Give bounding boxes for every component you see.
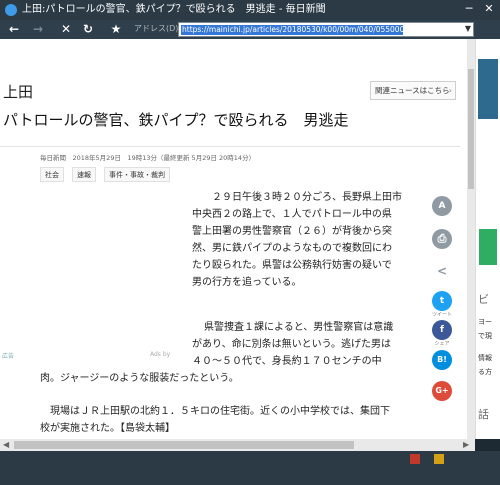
stop-icon[interactable]: ✕: [58, 22, 74, 37]
favorite-star-icon[interactable]: ★: [108, 22, 124, 37]
related-news-button[interactable]: 関連ニュースはこちら ›: [370, 81, 456, 100]
refresh-icon[interactable]: ↻: [80, 22, 96, 37]
address-label: アドレス(D): [134, 24, 179, 33]
side-text-3: で現: [478, 332, 492, 340]
close-window-button[interactable]: ✕: [482, 2, 496, 16]
horizontal-scrollbar[interactable]: ◀ ▶: [0, 439, 475, 451]
side-text-1: ビ: [478, 293, 489, 306]
article-paragraph-2: 県警捜査１課によると、男性警察官は意識 があり、命に別条は無いという。逃げた男は…: [192, 319, 393, 370]
chevron-right-icon: ›: [448, 86, 452, 95]
page-content: 上田 関連ニュースはこちら › パトロールの警官、鉄パイプ？で殴られる 男逃走 …: [0, 39, 467, 439]
side-banner-green: [479, 229, 497, 265]
scroll-left-icon[interactable]: ◀: [3, 439, 9, 451]
ad-by-label: Ads by: [150, 351, 171, 358]
title-bar: 上田:パトロールの警官、鉄パイプ？で殴られる 男逃走 - 毎日新聞 ─ ✕: [0, 0, 500, 20]
side-text-2: ヨー: [478, 318, 492, 326]
facebook-icon[interactable]: f: [432, 320, 452, 340]
status-security-icon[interactable]: [410, 454, 420, 464]
address-bar[interactable]: https://mainichi.jp/articles/20180530/k0…: [178, 22, 474, 37]
scroll-right-icon[interactable]: ▶: [463, 439, 469, 451]
navigation-toolbar: ← → ✕ ↻ ★ アドレス(D) https://mainichi.jp/ar…: [0, 20, 500, 39]
minimize-button[interactable]: ─: [462, 2, 476, 16]
tag-shakai[interactable]: 社会: [40, 167, 64, 182]
tag-sokuho[interactable]: 速報: [72, 167, 96, 182]
font-size-icon[interactable]: A: [432, 196, 452, 216]
status-popup-icon[interactable]: [434, 454, 444, 464]
print-icon[interactable]: ⎙: [432, 229, 452, 249]
tag-jiken[interactable]: 事件・事故・裁判: [104, 167, 170, 182]
right-side-panel: ビ ヨー で現 情報 る方 話: [475, 39, 500, 439]
paragraph-line: 警上田署の男性警察官（２６）が背後から突: [192, 226, 392, 237]
vertical-scrollbar-thumb[interactable]: [468, 69, 474, 189]
article-paragraph-3: 現場はＪＲ上田駅の北約１．５キロの住宅街。近くの小中学校では、集団下 校が実施さ…: [40, 403, 390, 437]
paragraph-line: があり、命に別条は無いという。逃げた男は: [192, 339, 391, 350]
ad-label: 広告: [2, 353, 15, 360]
window-title: 上田:パトロールの警官、鉄パイプ？で殴られる 男逃走 - 毎日新聞: [22, 4, 326, 15]
paragraph-line: 県警捜査１課によると、男性警察官は意識: [204, 322, 394, 333]
paragraph-line: 現場はＪＲ上田駅の北約１．５キロの住宅街。近くの小中学校では、集団下: [50, 406, 390, 417]
horizontal-scrollbar-thumb[interactable]: [14, 441, 354, 449]
share-icon[interactable]: <: [432, 261, 452, 281]
address-url[interactable]: https://mainichi.jp/articles/20180530/k0…: [181, 25, 403, 35]
paragraph-line: 然、男に鉄パイプのようなもので複数回にわ: [192, 243, 392, 254]
article-paragraph-1: ２９日午後３時２０分ごろ、長野県上田市 中央西２の路上で、１人でパトロール中の県…: [192, 189, 402, 291]
vertical-scrollbar[interactable]: [467, 39, 475, 439]
twitter-caption: ツイート: [431, 312, 452, 318]
google-plus-icon[interactable]: G+: [432, 381, 452, 401]
paragraph-line: ２９日午後３時２０分ごろ、長野県上田市: [212, 192, 402, 203]
side-text-5: る方: [478, 368, 492, 376]
browser-app-icon: [5, 4, 17, 16]
header-divider: [0, 146, 460, 147]
address-dropdown-icon[interactable]: ▼: [465, 24, 471, 33]
paragraph-line: 男の行方を追っている。: [192, 277, 302, 288]
hatena-bookmark-icon[interactable]: B!: [432, 350, 452, 370]
facebook-caption: シェア: [434, 341, 450, 347]
side-text-6: 話: [478, 408, 489, 421]
article-headline: パトロールの警官、鉄パイプ？で殴られる 男逃走: [3, 111, 349, 129]
paragraph-line: 校が実施された。【島袋太輔】: [40, 423, 175, 434]
ad-strip: 広告 Ads by: [0, 351, 190, 363]
twitter-icon[interactable]: t: [432, 291, 452, 311]
paragraph-line: 中央西２の路上で、１人でパトロール中の県: [192, 209, 392, 220]
back-icon[interactable]: ←: [6, 22, 22, 37]
forward-icon[interactable]: →: [30, 22, 46, 37]
prefecture-label: 上田: [3, 83, 34, 101]
side-text-4: 情報: [478, 354, 492, 362]
status-bar: [0, 451, 500, 485]
paragraph-line: ４０～５０代で、身長約１７０センチの中: [192, 356, 382, 367]
paragraph-line: たり殴られた。県警は公務執行妨害の疑いで: [192, 260, 392, 271]
related-news-label: 関連ニュースはこちら: [375, 86, 450, 95]
article-meta: 毎日新聞 2018年5月29日 19時13分（最終更新 5月29日 20時14分…: [40, 154, 256, 162]
paragraph-line: 肉。ジャージーのような服装だったという。: [40, 373, 239, 384]
side-ad-image: [478, 59, 498, 119]
article-paragraph-2-tail: 肉。ジャージーのような服装だったという。: [40, 370, 239, 387]
